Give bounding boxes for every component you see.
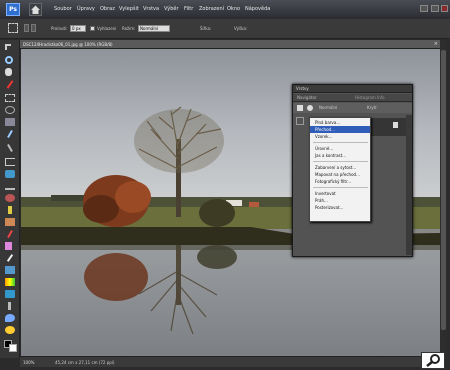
paint-bucket-tool-icon[interactable] <box>5 266 15 274</box>
eyedropper-tool-icon[interactable] <box>6 80 14 89</box>
panel-tabs: Navigátor Histogram Info <box>293 94 412 102</box>
menu-item[interactable]: Jas a kontrast... <box>310 152 370 159</box>
document-tab[interactable]: DSC124Hradistko06_01.jpg @ 100% (RGB/8) … <box>20 40 442 49</box>
blur-tool-icon[interactable] <box>8 302 11 310</box>
straighten-tool-icon[interactable] <box>5 182 15 190</box>
visibility-eye-icon[interactable] <box>296 117 304 125</box>
brush-tool-icon[interactable] <box>6 254 14 262</box>
menu-vrstva[interactable]: Vrstva <box>143 6 159 12</box>
minimize-button[interactable] <box>420 5 428 12</box>
brush-selection-tool-icon[interactable] <box>7 144 13 152</box>
tab-histogram[interactable]: Histogram <box>355 95 376 100</box>
menu-zobrazeni[interactable]: Zobrazení <box>199 6 224 12</box>
lasso-tool-icon[interactable] <box>5 106 15 114</box>
menu-item[interactable]: Úrovně... <box>310 145 370 152</box>
menu-item[interactable]: Mapovat na přechod... <box>310 171 370 178</box>
move-tool-icon[interactable] <box>5 44 11 50</box>
menu-item[interactable]: Práh... <box>310 197 370 204</box>
document-size-info: 45,24 cm x 27,11 cm (72 ppi) <box>55 360 115 365</box>
mode-label: Režim: <box>122 26 136 31</box>
zoom-tool-icon[interactable] <box>5 56 13 64</box>
new-layer-icon[interactable] <box>297 105 303 111</box>
menu-bar: Ps Soubor Úpravy Obraz Vylepšit Vrstva V… <box>0 0 450 19</box>
app-logo: Ps <box>6 3 20 16</box>
mode-select[interactable]: Normální <box>138 25 170 32</box>
status-bar: 100% 45,24 cm x 27,11 cm (72 ppi) <box>20 356 442 367</box>
menu-item[interactable]: Invertovat <box>310 190 370 197</box>
layers-panel-title: Vrstvy <box>296 86 309 91</box>
adjustment-layer-menu: Plná barva... Přechod... Vzorek... Úrovně..… <box>309 117 371 222</box>
clone-stamp-tool-icon[interactable] <box>5 218 15 226</box>
background-color-swatch[interactable] <box>9 344 17 352</box>
menu-okno[interactable]: Okno <box>227 6 240 12</box>
marquee-icon <box>8 23 18 33</box>
healing-brush-tool-icon[interactable] <box>8 206 12 214</box>
quick-selection-tool-icon[interactable] <box>7 130 13 138</box>
hand-tool-icon[interactable] <box>5 68 12 76</box>
lock-icon <box>393 122 398 128</box>
menu-separator <box>313 142 368 143</box>
height-label: Výška: <box>234 26 248 31</box>
menu-napoveda[interactable]: Nápověda <box>245 6 270 12</box>
layers-toolbar: Normální Krytí: <box>293 103 412 113</box>
menu-item[interactable]: Vzorek... <box>310 133 370 140</box>
menu-item[interactable]: Fotografický filtr... <box>310 178 370 185</box>
options-bar: Prolnutí: 0 px Vyhlazení Režim: Normální… <box>0 19 450 39</box>
home-button[interactable] <box>29 3 42 16</box>
menu-vyber[interactable]: Výběr <box>164 6 179 12</box>
new-selection-icon[interactable] <box>24 24 29 32</box>
close-document-icon[interactable]: × <box>434 41 438 47</box>
document-title: DSC124Hradistko06_01.jpg @ 100% (RGB/8) <box>23 42 113 47</box>
feather-label: Prolnutí: <box>51 26 68 31</box>
home-icon <box>31 5 40 14</box>
feather-input[interactable]: 0 px <box>70 25 86 32</box>
cookie-cutter-tool-icon[interactable] <box>5 170 15 178</box>
menu-item[interactable]: Přechod... <box>310 126 370 133</box>
tab-navigator[interactable]: Navigátor <box>297 95 317 100</box>
opacity-label: Krytí: <box>367 105 378 110</box>
shape-tool-icon[interactable] <box>5 290 15 298</box>
menu-upravy[interactable]: Úpravy <box>77 6 95 12</box>
menu-separator <box>313 161 368 162</box>
add-selection-icon[interactable] <box>31 24 36 32</box>
vertical-scrollbar[interactable] <box>440 40 447 358</box>
magnifier-icon <box>426 354 440 367</box>
marquee-tool-icon[interactable] <box>5 94 15 102</box>
maximize-button[interactable] <box>431 5 439 12</box>
adjustment-layer-icon[interactable] <box>307 105 313 111</box>
crop-tool-icon[interactable] <box>5 158 15 166</box>
layers-scrollbar[interactable] <box>406 115 412 255</box>
scroll-thumb[interactable] <box>441 50 446 330</box>
layers-panel-header[interactable]: Vrstvy <box>293 85 412 93</box>
close-button[interactable] <box>441 5 448 12</box>
menu-obraz[interactable]: Obraz <box>100 6 115 12</box>
sponge-tool-icon[interactable] <box>5 314 15 322</box>
menu-item[interactable]: Posterizovat... <box>310 204 370 211</box>
red-eye-tool-icon[interactable] <box>5 194 15 202</box>
menu-soubor[interactable]: Soubor <box>54 6 72 12</box>
pencil-tool-icon[interactable] <box>7 230 13 238</box>
gradient-tool-icon[interactable] <box>5 278 15 286</box>
magic-wand-tool-icon[interactable] <box>5 118 15 126</box>
menu-vylepsit[interactable]: Vylepšit <box>119 6 139 12</box>
eraser-tool-icon[interactable] <box>5 242 12 250</box>
tab-info[interactable]: Info <box>377 95 385 100</box>
zoom-magnifier-icon[interactable] <box>421 352 445 369</box>
menu-item[interactable]: Plná barva... <box>310 119 370 126</box>
menu-separator <box>313 187 368 188</box>
antialias-label: Vyhlazení <box>97 26 117 31</box>
menu-item[interactable]: Zabarvení a sytost... <box>310 164 370 171</box>
menu-filtr[interactable]: Filtr <box>184 6 193 12</box>
antialias-checkbox[interactable] <box>90 26 95 31</box>
width-label: Šířka: <box>200 26 212 31</box>
zoom-level[interactable]: 100% <box>23 360 34 365</box>
blend-mode-select[interactable]: Normální <box>319 105 337 110</box>
toolbox <box>0 40 20 358</box>
dodge-tool-icon[interactable] <box>5 326 15 334</box>
